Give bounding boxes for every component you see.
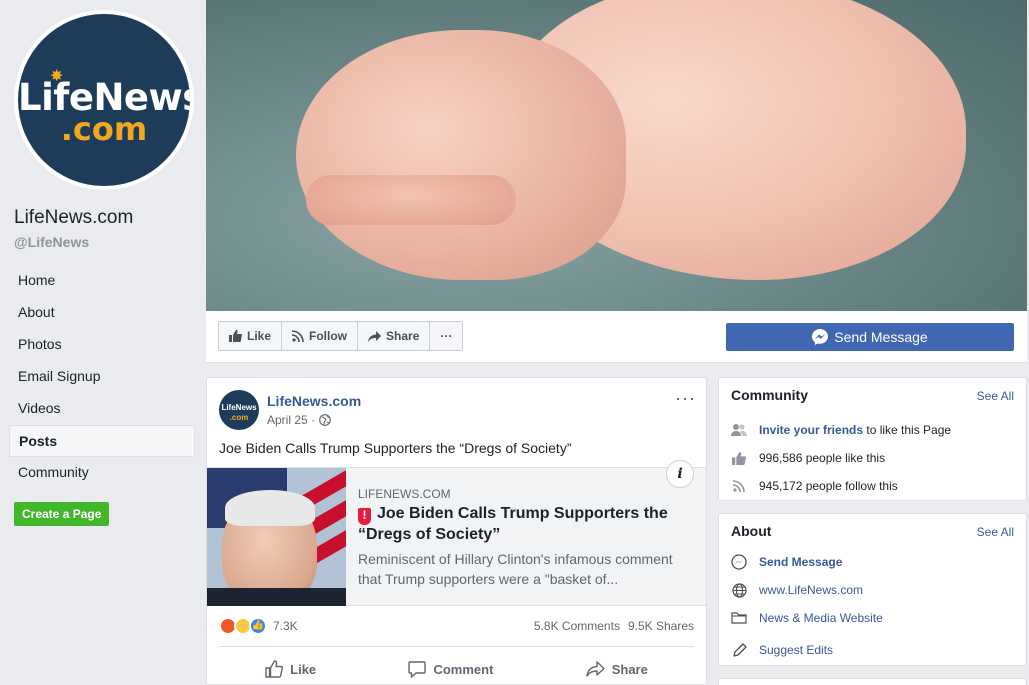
rss-icon <box>731 478 747 494</box>
share-arrow-icon <box>586 661 605 677</box>
messenger-icon <box>731 554 747 570</box>
nav-item-about[interactable]: About <box>9 297 195 329</box>
like-page-label: Like <box>247 329 272 343</box>
send-message-button[interactable]: Send Message <box>726 323 1014 351</box>
post-card: LifeNews .com LifeNews.com April 25 · ··… <box>206 377 707 685</box>
create-page-button[interactable]: Create a Page <box>14 502 110 526</box>
globe-icon <box>731 582 747 598</box>
cover-image-hand <box>306 175 516 225</box>
community-see-all-link[interactable]: See All <box>977 389 1014 403</box>
post-action-bar: Like Comment Share <box>219 654 694 684</box>
about-send-message-link[interactable]: Send Message <box>759 555 842 569</box>
thumbs-up-icon <box>229 330 242 342</box>
cover-image-baby <box>296 30 626 280</box>
post-comment-button[interactable]: Comment <box>408 654 493 684</box>
info-icon[interactable]: i <box>666 460 694 488</box>
reaction-summary[interactable]: 👍 7.3K <box>219 617 298 635</box>
invite-friends-row: Invite your friends to like this Page <box>731 422 951 438</box>
post-share-label: Share <box>611 661 648 677</box>
post-share-button[interactable]: Share <box>586 654 648 684</box>
left-column: ✸ LifeNews .com LifeNews.com @LifeNews H… <box>0 0 205 685</box>
post-author-avatar[interactable]: LifeNews .com <box>219 390 259 430</box>
pencil-icon <box>731 642 747 658</box>
page-action-buttons: Like Follow Share ··· <box>218 321 464 351</box>
post-comment-label: Comment <box>433 661 494 677</box>
link-title-text: Joe Biden Calls Trump Supporters the “Dr… <box>358 505 668 543</box>
cover-photo[interactable] <box>206 0 1027 311</box>
follow-label: Follow <box>309 329 348 343</box>
folder-icon <box>731 610 747 626</box>
page-nav: Home About Photos Email Signup Videos Po… <box>9 265 195 489</box>
follow-button[interactable]: Follow <box>282 322 359 350</box>
invite-friends-link[interactable]: Invite your friends <box>759 423 863 437</box>
lifenews-logo: ✸ LifeNews .com <box>18 14 190 186</box>
comment-icon <box>408 660 427 678</box>
about-title: About <box>731 523 772 539</box>
community-card: Community See All Invite your friends to… <box>718 377 1027 501</box>
thumbs-up-icon <box>731 450 747 466</box>
shares-count[interactable]: 9.5K Shares <box>628 619 694 633</box>
avatar-text-main: LifeNews <box>221 403 257 412</box>
link-preview[interactable]: i LIFENEWS.COM ! Joe Biden Calls Trump Su… <box>207 460 706 606</box>
rss-icon <box>292 330 304 342</box>
suggest-edits-link[interactable]: Suggest Edits <box>759 643 833 657</box>
post-author-name[interactable]: LifeNews.com <box>267 393 361 409</box>
more-options-button[interactable]: ··· <box>430 322 462 350</box>
nav-item-videos[interactable]: Videos <box>9 393 195 425</box>
post-message: Joe Biden Calls Trump Supporters the “Dr… <box>219 440 572 456</box>
portrait-hair <box>225 490 315 526</box>
next-sidebar-card <box>718 678 1027 685</box>
about-see-all-link[interactable]: See All <box>977 525 1014 539</box>
share-arrow-icon <box>368 330 382 342</box>
invite-friends-text: to like this Page <box>863 423 952 437</box>
post-date-text: April 25 · <box>267 413 316 427</box>
portrait-suit <box>207 588 346 606</box>
friends-icon <box>731 422 747 438</box>
link-domain: LIFENEWS.COM <box>358 487 451 501</box>
page-likes-row: 996,586 people like this <box>731 450 885 466</box>
website-link[interactable]: www.LifeNews.com <box>759 583 863 597</box>
about-card: About See All Send Message www.LifeNews.… <box>718 513 1027 666</box>
post-stats: 5.8K Comments 9.5K Shares <box>534 619 694 633</box>
page-title[interactable]: LifeNews.com <box>14 207 133 229</box>
link-thumbnail <box>207 468 346 606</box>
nav-item-community[interactable]: Community <box>9 457 195 489</box>
nav-item-photos[interactable]: Photos <box>9 329 195 361</box>
page-handle[interactable]: @LifeNews <box>14 234 89 250</box>
send-message-label: Send Message <box>834 329 928 345</box>
page-follows-count: 945,172 people follow this <box>759 479 898 493</box>
nav-item-home[interactable]: Home <box>9 265 195 297</box>
nav-item-email-signup[interactable]: Email Signup <box>9 361 195 393</box>
page-likes-count: 996,586 people like this <box>759 451 886 465</box>
avatar-text-suffix: .com <box>229 413 249 422</box>
alert-icon: ! <box>358 508 371 525</box>
share-page-button[interactable]: Share <box>358 322 431 350</box>
divider <box>219 646 694 647</box>
about-send-message-row: Send Message <box>731 554 842 570</box>
share-page-label: Share <box>386 329 420 343</box>
globe-icon <box>319 414 331 426</box>
category-row: News & Media Website <box>731 610 883 626</box>
like-reaction-icon: 👍 <box>249 617 267 635</box>
reaction-count: 7.3K <box>273 619 298 633</box>
like-page-button[interactable]: Like <box>219 322 283 350</box>
suggest-edits-row: Suggest Edits <box>731 642 833 658</box>
link-title[interactable]: ! Joe Biden Calls Trump Supporters the “D… <box>358 504 688 545</box>
community-title: Community <box>731 387 808 403</box>
post-timestamp[interactable]: April 25 · <box>267 413 331 427</box>
post-like-label: Like <box>290 661 317 677</box>
post-options-button[interactable]: ··· <box>675 388 696 409</box>
page-profile-picture[interactable]: ✸ LifeNews .com <box>14 10 194 190</box>
logo-text-suffix: .com <box>60 110 148 148</box>
post-like-button[interactable]: Like <box>265 654 316 684</box>
comments-count[interactable]: 5.8K Comments <box>534 619 620 633</box>
website-row: www.LifeNews.com <box>731 582 863 598</box>
nav-item-posts[interactable]: Posts <box>9 425 195 457</box>
page-follows-row: 945,172 people follow this <box>731 478 898 494</box>
category-link[interactable]: News & Media Website <box>759 611 883 625</box>
page-action-bar: Like Follow Share ··· Send Message <box>206 311 1027 363</box>
link-description: Reminiscent of Hillary Clinton's infamou… <box>358 551 673 587</box>
thumbs-up-icon <box>265 660 284 678</box>
messenger-icon <box>812 329 829 345</box>
